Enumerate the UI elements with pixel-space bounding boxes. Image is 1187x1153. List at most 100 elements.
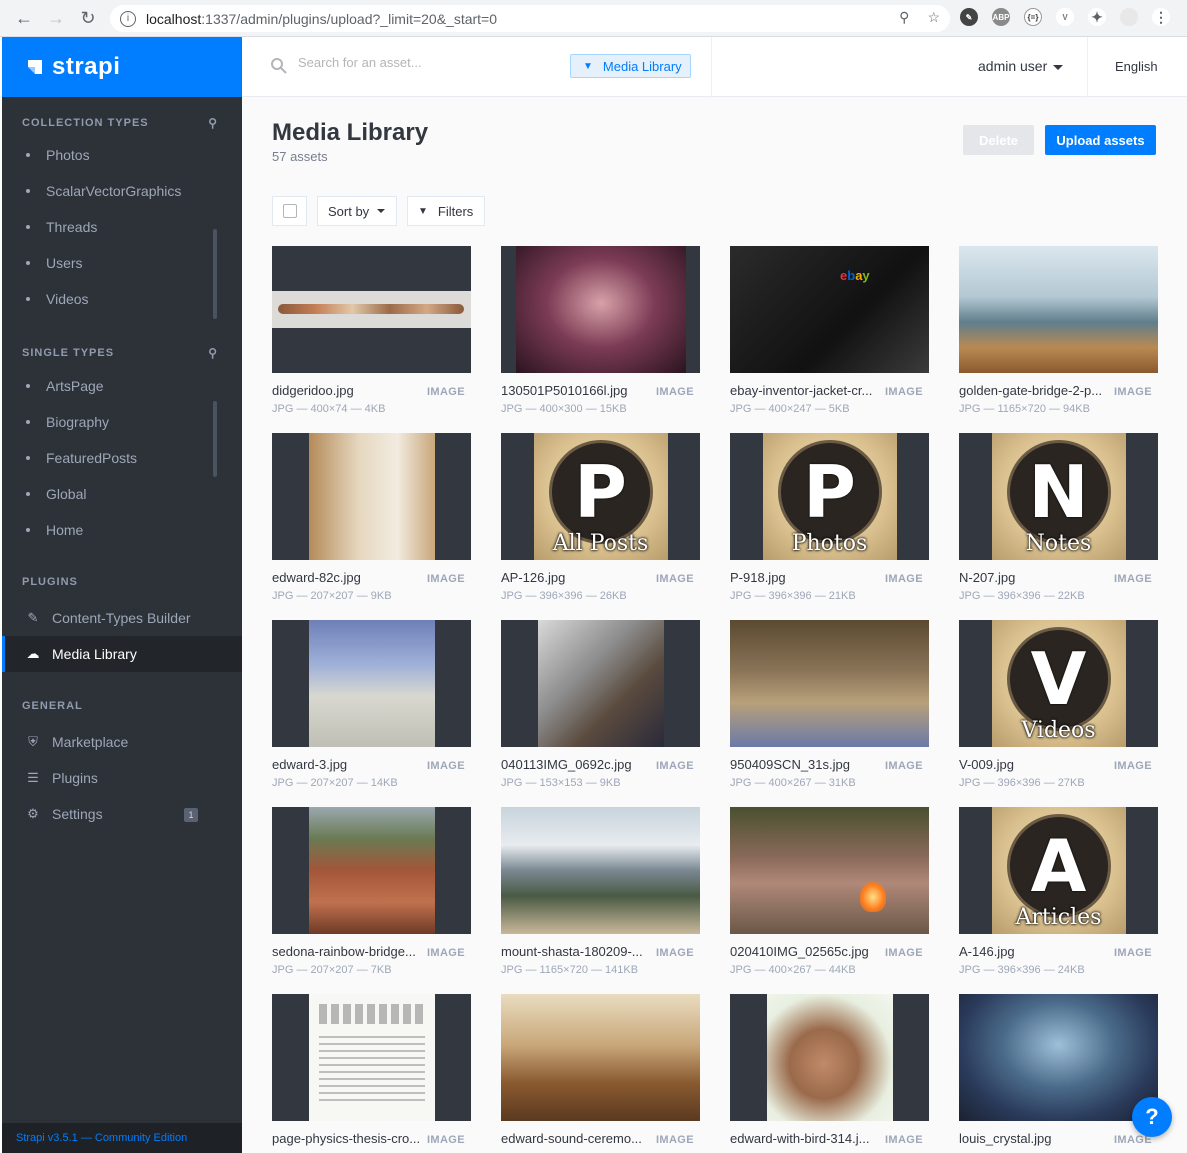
- asset-card[interactable]: page-physics-thesis-cro... IMAGE: [272, 994, 471, 1153]
- asset-card[interactable]: 040113IMG_0692c.jpg IMAGE JPG — 153×153 — …: [501, 620, 700, 807]
- asset-thumbnail[interactable]: [501, 994, 700, 1121]
- asset-type-badge: IMAGE: [426, 760, 465, 772]
- select-all-wrapper[interactable]: [272, 196, 307, 226]
- asset-card[interactable]: louis_crystal.jpg IMAGE: [959, 994, 1158, 1153]
- brand-logo[interactable]: strapi: [2, 37, 242, 97]
- asset-thumbnail[interactable]: [501, 246, 700, 373]
- sidebar-item-global[interactable]: Global: [2, 476, 242, 512]
- puzzle-icon[interactable]: ✦: [1088, 8, 1106, 26]
- videos-monogram-image: V Videos: [991, 620, 1126, 747]
- asset-name: edward-sound-ceremo...: [501, 1131, 642, 1146]
- asset-info: JPG — 396×396 — 22KB: [959, 590, 1085, 602]
- version-footer[interactable]: Strapi v3.5.1 — Community Edition: [2, 1123, 242, 1153]
- asset-card[interactable]: N Notes N-207.jpg IMAGE JPG — 396×396 — 22K…: [959, 433, 1158, 620]
- sidebar-item-marketplace[interactable]: ⛨ Marketplace: [2, 724, 242, 760]
- collection-scrollbar[interactable]: [213, 229, 217, 319]
- asset-card[interactable]: edward-82c.jpg IMAGE JPG — 207×207 — 9KB: [272, 433, 471, 620]
- asset-thumbnail[interactable]: V Videos: [959, 620, 1158, 747]
- single-scrollbar[interactable]: [213, 401, 217, 477]
- asset-card[interactable]: mount-shasta-180209-... IMAGE JPG — 1165×7…: [501, 807, 700, 994]
- asset-thumbnail[interactable]: [272, 807, 471, 934]
- sidebar-item-label: Videos: [46, 291, 89, 307]
- back-icon[interactable]: ←: [8, 2, 40, 34]
- asset-card[interactable]: P All Posts AP-126.jpg IMAGE JPG — 396×396 …: [501, 433, 700, 620]
- asset-thumbnail[interactable]: [730, 807, 929, 934]
- asset-thumbnail[interactable]: [272, 620, 471, 747]
- asset-card[interactable]: edward-with-bird-314.j... IMAGE: [730, 994, 929, 1153]
- asset-card[interactable]: P Photos P-918.jpg IMAGE JPG — 396×396 — 21…: [730, 433, 929, 620]
- info-icon[interactable]: i: [120, 10, 136, 27]
- sidebar-item-videos[interactable]: Videos: [2, 281, 242, 317]
- delete-button[interactable]: Delete: [963, 125, 1034, 155]
- sidebar-item-scalarvectorgraphics[interactable]: ScalarVectorGraphics: [2, 173, 242, 209]
- language-selector[interactable]: English: [1115, 59, 1158, 74]
- reload-icon[interactable]: ↻: [72, 2, 104, 34]
- monogram-letter: P: [803, 449, 856, 534]
- extension-icon[interactable]: ✎: [960, 8, 978, 26]
- sidebar-item-photos[interactable]: Photos: [2, 137, 242, 173]
- asset-thumbnail[interactable]: [272, 246, 471, 373]
- search-icon[interactable]: ⚲: [208, 116, 218, 130]
- sort-by-button[interactable]: Sort by: [317, 196, 397, 226]
- bullet-icon: [26, 153, 30, 157]
- asset-thumbnail[interactable]: [959, 994, 1158, 1121]
- upload-assets-button[interactable]: Upload assets: [1045, 125, 1156, 155]
- sidebar-item-label: Photos: [46, 147, 90, 163]
- vue-icon[interactable]: V: [1056, 8, 1074, 26]
- key-icon[interactable]: ⚲: [899, 9, 909, 26]
- asset-info: JPG — 396×396 — 27KB: [959, 777, 1085, 789]
- asset-thumbnail[interactable]: [272, 994, 471, 1121]
- asset-thumbnail[interactable]: [501, 807, 700, 934]
- asset-thumbnail[interactable]: P Photos: [730, 433, 929, 560]
- monogram-word: All Posts: [552, 531, 649, 556]
- filters-button[interactable]: ▼ Filters: [407, 196, 485, 226]
- sidebar-item-media-library[interactable]: ☁ Media Library: [2, 636, 242, 672]
- sidebar-item-artspage[interactable]: ArtsPage: [2, 368, 242, 404]
- adblock-icon[interactable]: ABP: [992, 8, 1010, 26]
- collection-types-label: COLLECTION TYPES: [22, 117, 149, 129]
- asset-card[interactable]: edward-sound-ceremo... IMAGE: [501, 994, 700, 1153]
- sidebar-item-threads[interactable]: Threads: [2, 209, 242, 245]
- asset-thumbnail[interactable]: [272, 433, 471, 560]
- sidebar-item-settings[interactable]: ⚙ Settings 1: [2, 796, 242, 832]
- asset-card[interactable]: didgeridoo.jpg IMAGE JPG — 400×74 — 4KB: [272, 246, 471, 433]
- asset-card[interactable]: V Videos V-009.jpg IMAGE JPG — 396×396 — 27…: [959, 620, 1158, 807]
- search-input[interactable]: [298, 55, 548, 70]
- asset-type-badge: IMAGE: [655, 386, 694, 398]
- sidebar-item-content-types-builder[interactable]: ✎ Content-Types Builder: [2, 600, 242, 636]
- sidebar-item-home[interactable]: Home: [2, 512, 242, 548]
- asset-thumbnail[interactable]: ebay: [730, 246, 929, 373]
- asset-card[interactable]: edward-3.jpg IMAGE JPG — 207×207 — 14KB: [272, 620, 471, 807]
- asset-card[interactable]: sedona-rainbow-bridge... IMAGE JPG — 207×2…: [272, 807, 471, 994]
- asset-card[interactable]: ebay ebay-inventor-jacket-cr... IMAGE JPG …: [730, 246, 929, 433]
- asset-thumbnail[interactable]: A Articles: [959, 807, 1158, 934]
- json-icon[interactable]: {=}: [1024, 8, 1042, 26]
- menu-icon[interactable]: ⋮: [1152, 8, 1170, 26]
- sidebar-item-featuredposts[interactable]: FeaturedPosts: [2, 440, 242, 476]
- cloud-upload-icon: ☁: [26, 646, 40, 661]
- select-all-checkbox[interactable]: [282, 204, 297, 218]
- forward-icon[interactable]: →: [40, 2, 72, 34]
- asset-thumbnail[interactable]: [730, 620, 929, 747]
- star-icon[interactable]: ☆: [927, 9, 940, 26]
- asset-card[interactable]: 950409SCN_31s.jpg IMAGE JPG — 400×267 — 31…: [730, 620, 929, 807]
- profile-icon[interactable]: [1120, 8, 1138, 26]
- sidebar-item-biography[interactable]: Biography: [2, 404, 242, 440]
- asset-thumbnail[interactable]: [959, 246, 1158, 373]
- sidebar-item-users[interactable]: Users: [2, 245, 242, 281]
- media-library-filter-tag[interactable]: ▼ Media Library: [570, 54, 691, 78]
- sidebar-item-plugins[interactable]: ☰ Plugins: [2, 760, 242, 796]
- asset-card[interactable]: 130501P5010166l.jpg IMAGE JPG — 400×300 — …: [501, 246, 700, 433]
- asset-card[interactable]: A Articles A-146.jpg IMAGE JPG — 396×396 — …: [959, 807, 1158, 994]
- asset-card[interactable]: golden-gate-bridge-2-p... IMAGE JPG — 1165…: [959, 246, 1158, 433]
- asset-card[interactable]: 020410IMG_02565c.jpg IMAGE JPG — 400×267 —…: [730, 807, 929, 994]
- help-button[interactable]: ?: [1132, 1097, 1172, 1137]
- search-icon[interactable]: ⚲: [208, 346, 218, 360]
- asset-thumbnail[interactable]: [730, 994, 929, 1121]
- asset-thumbnail[interactable]: P All Posts: [501, 433, 700, 560]
- asset-thumbnail[interactable]: [501, 620, 700, 747]
- address-bar[interactable]: i localhost:1337/admin/plugins/upload?_l…: [110, 5, 950, 32]
- asset-thumbnail[interactable]: N Notes: [959, 433, 1158, 560]
- user-menu[interactable]: admin user: [978, 58, 1064, 74]
- sidebar-item-label: Biography: [46, 414, 110, 430]
